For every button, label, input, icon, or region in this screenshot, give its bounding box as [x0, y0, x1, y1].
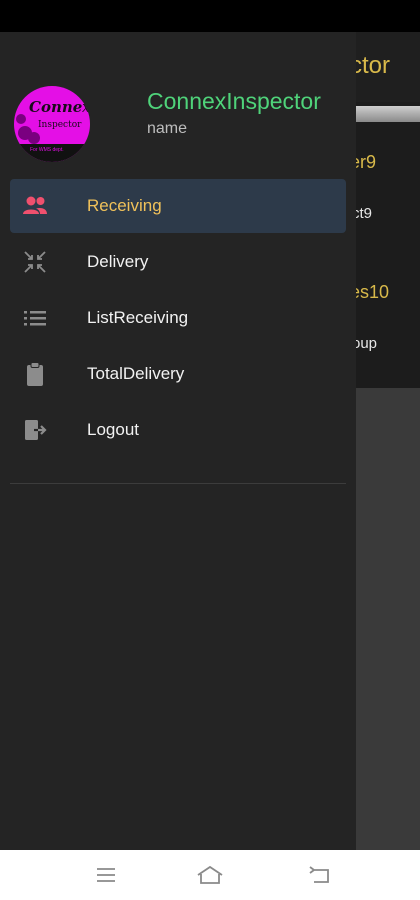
menu-icon[interactable] — [92, 862, 120, 888]
user-name: name — [147, 120, 188, 137]
drawer-divider — [10, 483, 346, 484]
clipboard-icon — [27, 362, 43, 386]
drawer-item-label: Logout — [87, 420, 139, 439]
navigation-drawer: Connex Inspector For WMS dept. ConnexIns… — [0, 32, 356, 850]
status-bar — [0, 0, 420, 32]
home-icon[interactable] — [196, 862, 224, 888]
people-icon — [23, 196, 47, 214]
drawer-item-label: Delivery — [87, 252, 149, 271]
drawer-item-totaldelivery[interactable]: TotalDelivery — [10, 347, 346, 401]
drawer-item-listreceiving[interactable]: ListReceiving — [10, 291, 346, 345]
drawer-item-receiving[interactable]: Receiving — [10, 179, 346, 233]
drawer-item-label: TotalDelivery — [87, 364, 185, 383]
back-icon[interactable] — [306, 862, 334, 888]
background-progress-bar — [355, 106, 420, 122]
drawer-item-delivery[interactable]: Delivery — [10, 235, 346, 289]
app-logo: Connex Inspector For WMS dept. — [14, 86, 90, 162]
list-icon — [24, 311, 46, 326]
app-name: ConnexInspector — [147, 88, 321, 114]
logout-icon — [25, 420, 47, 440]
drawer-item-logout[interactable]: Logout — [10, 403, 346, 457]
background-title: ctor — [350, 52, 391, 79]
drawer-item-label: Receiving — [87, 196, 162, 215]
drawer-item-label: ListReceiving — [87, 308, 189, 327]
compress-arrows-icon — [24, 251, 46, 273]
system-navigation-bar — [0, 850, 420, 900]
